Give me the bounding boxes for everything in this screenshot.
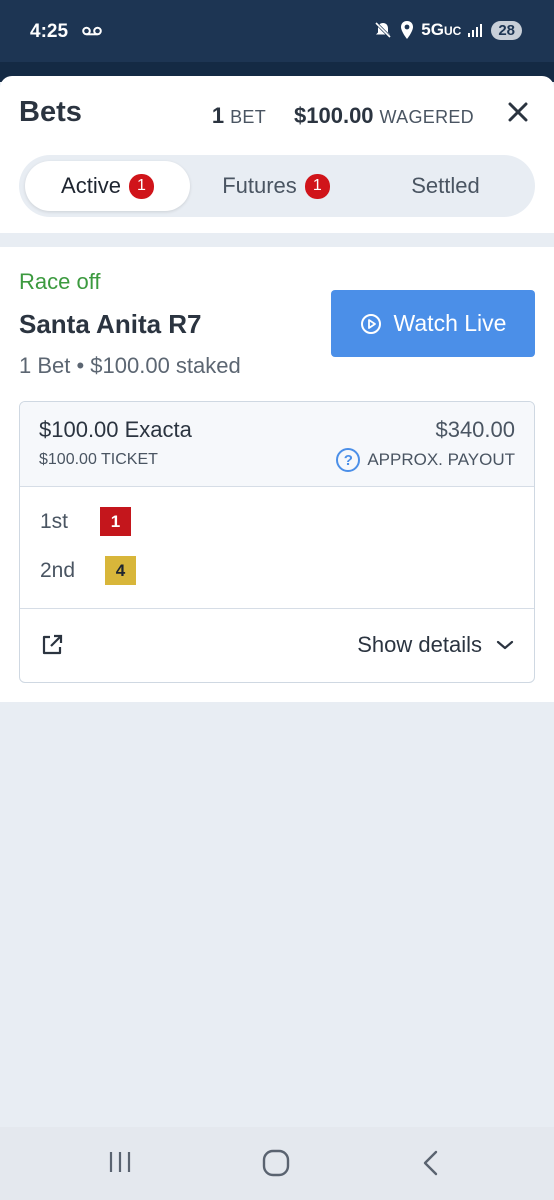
help-icon[interactable]: ? <box>336 448 361 472</box>
tab-label: Futures <box>222 173 297 198</box>
race-name: Santa Anita R7 <box>19 309 202 339</box>
battery-indicator: 28 <box>491 20 522 40</box>
voicemail-icon <box>82 26 102 36</box>
tab-label: Active <box>61 173 121 198</box>
sheet-header: Bets 1 BET $100.00 WAGERED <box>0 76 554 154</box>
mute-icon <box>375 21 392 39</box>
play-circle-icon <box>360 313 381 334</box>
watch-live-label: Watch Live <box>393 310 507 336</box>
count-badge: 1 <box>304 173 330 199</box>
bets-sheet: Bets 1 BET $100.00 WAGERED Active 1 Futu… <box>0 76 554 702</box>
payout-label-group: ? APPROX. PAYOUT <box>336 448 515 472</box>
tab-label: Settled <box>411 173 480 198</box>
page-title: Bets <box>19 96 82 128</box>
home-button[interactable] <box>262 1149 290 1177</box>
tab-settled[interactable]: Settled <box>362 161 529 211</box>
finish-position-row: 2nd 4 <box>40 556 136 585</box>
bet-tabs: Active 1 Futures 1 Settled <box>19 155 535 217</box>
show-details-label: Show details <box>357 632 482 657</box>
position-label: 1st <box>40 509 69 533</box>
watch-live-button[interactable]: Watch Live <box>331 290 535 357</box>
wagered-label: WAGERED <box>379 107 474 127</box>
payout-amount: $340.00 <box>435 417 515 442</box>
close-button[interactable] <box>506 100 530 124</box>
bet-card-header: $100.00 Exacta $100.00 TICKET $340.00 ? … <box>20 402 534 487</box>
wagered-amount: $100.00 <box>294 103 374 128</box>
system-nav-bar <box>0 1127 554 1200</box>
signal-icon <box>468 24 483 37</box>
bet-card-footer: Show details <box>20 608 534 682</box>
tab-active[interactable]: Active 1 <box>25 161 190 211</box>
ticket-amount: $100.00 TICKET <box>39 451 158 468</box>
race-summary: 1 Bet • $100.00 staked <box>19 353 241 378</box>
location-icon <box>401 21 414 39</box>
network-label: 5GUC <box>421 20 462 39</box>
position-label: 2nd <box>40 558 76 582</box>
bet-count-label: BET <box>230 107 267 127</box>
section-divider <box>0 233 554 247</box>
race-status: Race off <box>19 269 101 294</box>
show-details-button[interactable]: Show details <box>357 632 514 658</box>
tab-futures[interactable]: Futures 1 <box>190 161 362 211</box>
saddle-cloth: 1 <box>100 507 131 536</box>
status-bar: 4:25 5GUC 28 <box>0 0 554 62</box>
status-time: 4:25 <box>30 21 69 42</box>
saddle-cloth: 4 <box>105 556 136 585</box>
count-badge: 1 <box>128 173 154 199</box>
bet-count: 1 <box>211 103 225 128</box>
finish-position-row: 1st 1 <box>40 507 131 536</box>
payout-label: APPROX. PAYOUT <box>367 450 515 469</box>
recent-apps-button[interactable] <box>107 1149 133 1175</box>
wager-title: $100.00 Exacta <box>39 417 192 442</box>
share-icon[interactable] <box>40 633 64 657</box>
status-indicators: 5GUC 28 <box>373 20 522 40</box>
back-button[interactable] <box>420 1149 442 1177</box>
chevron-down-icon <box>496 640 514 650</box>
bet-card: $100.00 Exacta $100.00 TICKET $340.00 ? … <box>19 401 535 683</box>
bet-summary: 1 BET $100.00 WAGERED <box>212 103 474 129</box>
